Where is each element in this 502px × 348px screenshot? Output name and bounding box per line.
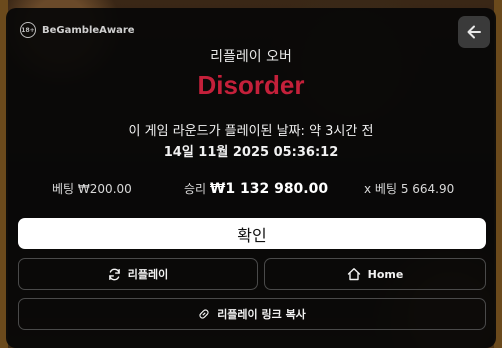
link-icon [199, 309, 209, 319]
multiplier-stat: x 베팅 5 664.90 [364, 180, 454, 197]
bet-stat: 베팅 ₩200.00 [52, 180, 132, 197]
game-title: Disorder [197, 70, 305, 100]
copy-replay-link-button[interactable]: 리플레이 링크 복사 [18, 298, 486, 330]
win-stat: 승리 ₩1 132 980.00 [184, 180, 328, 197]
back-button[interactable] [458, 16, 490, 48]
bet-value: ₩200.00 [77, 182, 132, 196]
multiplier-label: x 베팅 [364, 182, 397, 196]
played-when-text: 이 게임 라운드가 플레이된 날짜: 약 3시간 전 [128, 124, 374, 139]
confirm-button[interactable]: 확인 [18, 218, 486, 249]
refresh-icon [108, 268, 120, 280]
replay-over-modal: 18+ BeGambleAware 리플레이 오버 Disorder 이 게임 … [6, 8, 496, 348]
age-18-badge-icon: 18+ [20, 22, 36, 38]
arrow-left-icon [467, 25, 481, 39]
win-label: 승리 [184, 182, 207, 196]
bet-label: 베팅 [52, 182, 75, 196]
home-button[interactable]: Home [264, 258, 486, 290]
multiplier-value: 5 664.90 [400, 182, 455, 196]
home-icon [347, 268, 360, 281]
modal-subtitle: 리플레이 오버 [210, 49, 292, 65]
round-stats: 베팅 ₩200.00 승리 ₩1 132 980.00 x 베팅 5 664.9… [6, 180, 496, 200]
round-datetime: 14일 11월 2025 05:36:12 [163, 145, 339, 160]
copy-link-label: 리플레이 링크 복사 [217, 308, 306, 321]
replay-button-label: 리플레이 [127, 268, 169, 281]
win-value: ₩1 132 980.00 [209, 181, 329, 197]
begambleaware-logo: 18+ BeGambleAware [20, 22, 135, 38]
home-button-label: Home [367, 267, 404, 281]
replay-button[interactable]: 리플레이 [18, 258, 258, 290]
begambleaware-text: BeGambleAware [42, 24, 135, 36]
